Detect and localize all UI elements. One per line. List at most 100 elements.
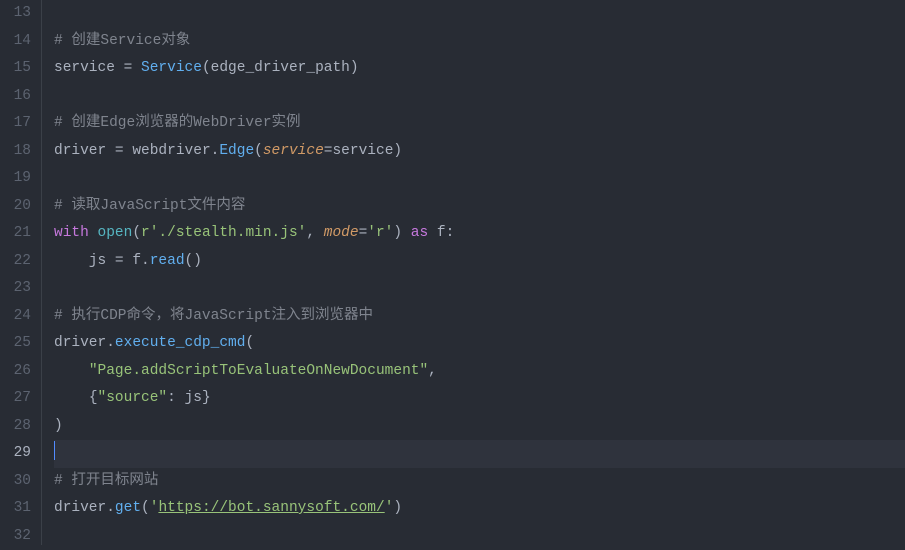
code-line[interactable]: # 打开目标网站 (54, 468, 905, 496)
token-func: Service (141, 60, 202, 76)
line-number: 21 (0, 220, 31, 248)
token-string: "Page.addScriptToEvaluateOnNewDocument" (89, 363, 428, 379)
line-number: 15 (0, 55, 31, 83)
token-default: f (124, 253, 141, 269)
code-line[interactable]: driver.get('https://bot.sannysoft.com/') (54, 495, 905, 523)
token-keyword: with (54, 225, 89, 241)
token-default: edge_driver_path (211, 60, 350, 76)
token-string-u: https://bot.sannysoft.com/ (158, 500, 384, 516)
line-number: 25 (0, 330, 31, 358)
code-line[interactable] (54, 275, 905, 303)
line-number: 14 (0, 28, 31, 56)
token-comment: # 读取JavaScript文件内容 (54, 198, 245, 214)
code-line[interactable]: ) (54, 413, 905, 441)
token-func: read (150, 253, 185, 269)
token-comment: # 打开目标网站 (54, 473, 158, 489)
line-number: 24 (0, 303, 31, 331)
line-number-gutter: 1314151617181920212223242526272829303132 (0, 0, 42, 545)
token-punc: ) (393, 225, 402, 241)
token-punc: ( (141, 500, 150, 516)
line-number: 19 (0, 165, 31, 193)
token-default: webdriver (124, 143, 211, 159)
code-line[interactable] (54, 440, 905, 468)
token-punc: ( (245, 335, 254, 351)
text-cursor (54, 441, 55, 460)
token-comment: # 创建Service对象 (54, 33, 190, 49)
line-number: 18 (0, 138, 31, 166)
token-default: driver (54, 143, 115, 159)
token-punc: ) (350, 60, 359, 76)
line-number: 23 (0, 275, 31, 303)
token-punc: ) (54, 418, 63, 434)
token-default: service (332, 143, 393, 159)
token-punc: ( (202, 60, 211, 76)
token-default (89, 225, 98, 241)
line-number: 29 (0, 440, 31, 468)
token-punc: , (428, 363, 437, 379)
line-number: 30 (0, 468, 31, 496)
token-default (54, 363, 89, 379)
code-line[interactable]: driver = webdriver.Edge(service=service) (54, 138, 905, 166)
token-default (402, 225, 411, 241)
line-number: 17 (0, 110, 31, 138)
code-line[interactable]: # 创建Edge浏览器的WebDriver实例 (54, 110, 905, 138)
token-default: driver (54, 500, 106, 516)
code-line[interactable]: driver.execute_cdp_cmd( (54, 330, 905, 358)
token-builtin: open (98, 225, 133, 241)
token-func: Edge (219, 143, 254, 159)
code-line[interactable] (54, 0, 905, 28)
token-punc: . (106, 335, 115, 351)
token-op: = (115, 143, 124, 159)
token-default (54, 390, 89, 406)
token-punc: } (202, 390, 211, 406)
code-line[interactable] (54, 523, 905, 550)
token-comment: # 创建Edge浏览器的WebDriver实例 (54, 115, 301, 131)
token-func: execute_cdp_cmd (115, 335, 246, 351)
line-number: 32 (0, 523, 31, 550)
token-default: js (54, 253, 115, 269)
code-line[interactable]: # 读取JavaScript文件内容 (54, 193, 905, 221)
token-punc: . (106, 500, 115, 516)
token-string: r'./stealth.min.js' (141, 225, 306, 241)
code-line[interactable] (54, 165, 905, 193)
code-line[interactable]: {"source": js} (54, 385, 905, 413)
token-default: driver (54, 335, 106, 351)
code-line[interactable]: "Page.addScriptToEvaluateOnNewDocument", (54, 358, 905, 386)
token-param: mode (324, 225, 359, 241)
token-string: "source" (98, 390, 168, 406)
code-line[interactable]: with open(r'./stealth.min.js', mode='r')… (54, 220, 905, 248)
code-line[interactable]: # 执行CDP命令，将JavaScript注入到浏览器中 (54, 303, 905, 331)
code-line[interactable]: js = f.read() (54, 248, 905, 276)
code-editor[interactable]: 1314151617181920212223242526272829303132… (0, 0, 905, 545)
token-string: 'r' (367, 225, 393, 241)
token-punc: : (446, 225, 455, 241)
line-number: 26 (0, 358, 31, 386)
token-op: = (115, 253, 124, 269)
token-punc: ) (393, 143, 402, 159)
line-number: 31 (0, 495, 31, 523)
token-default: f (428, 225, 445, 241)
token-op: = (359, 225, 368, 241)
line-number: 20 (0, 193, 31, 221)
line-number: 27 (0, 385, 31, 413)
token-default: service (54, 60, 124, 76)
token-default (132, 60, 141, 76)
token-punc: ( (254, 143, 263, 159)
current-line-highlight (54, 440, 905, 468)
code-area[interactable]: # 创建Service对象service = Service(edge_driv… (42, 0, 905, 545)
code-line[interactable] (54, 83, 905, 111)
code-line[interactable]: # 创建Service对象 (54, 28, 905, 56)
line-number: 22 (0, 248, 31, 276)
token-punc: ( (132, 225, 141, 241)
token-comment: # 执行CDP命令，将JavaScript注入到浏览器中 (54, 308, 373, 324)
token-punc: : (167, 390, 176, 406)
code-line[interactable]: service = Service(edge_driver_path) (54, 55, 905, 83)
token-punc: ) (393, 500, 402, 516)
token-punc: { (89, 390, 98, 406)
line-number: 16 (0, 83, 31, 111)
line-number: 13 (0, 0, 31, 28)
token-punc: . (141, 253, 150, 269)
token-func: get (115, 500, 141, 516)
line-number: 28 (0, 413, 31, 441)
token-punc: () (185, 253, 202, 269)
